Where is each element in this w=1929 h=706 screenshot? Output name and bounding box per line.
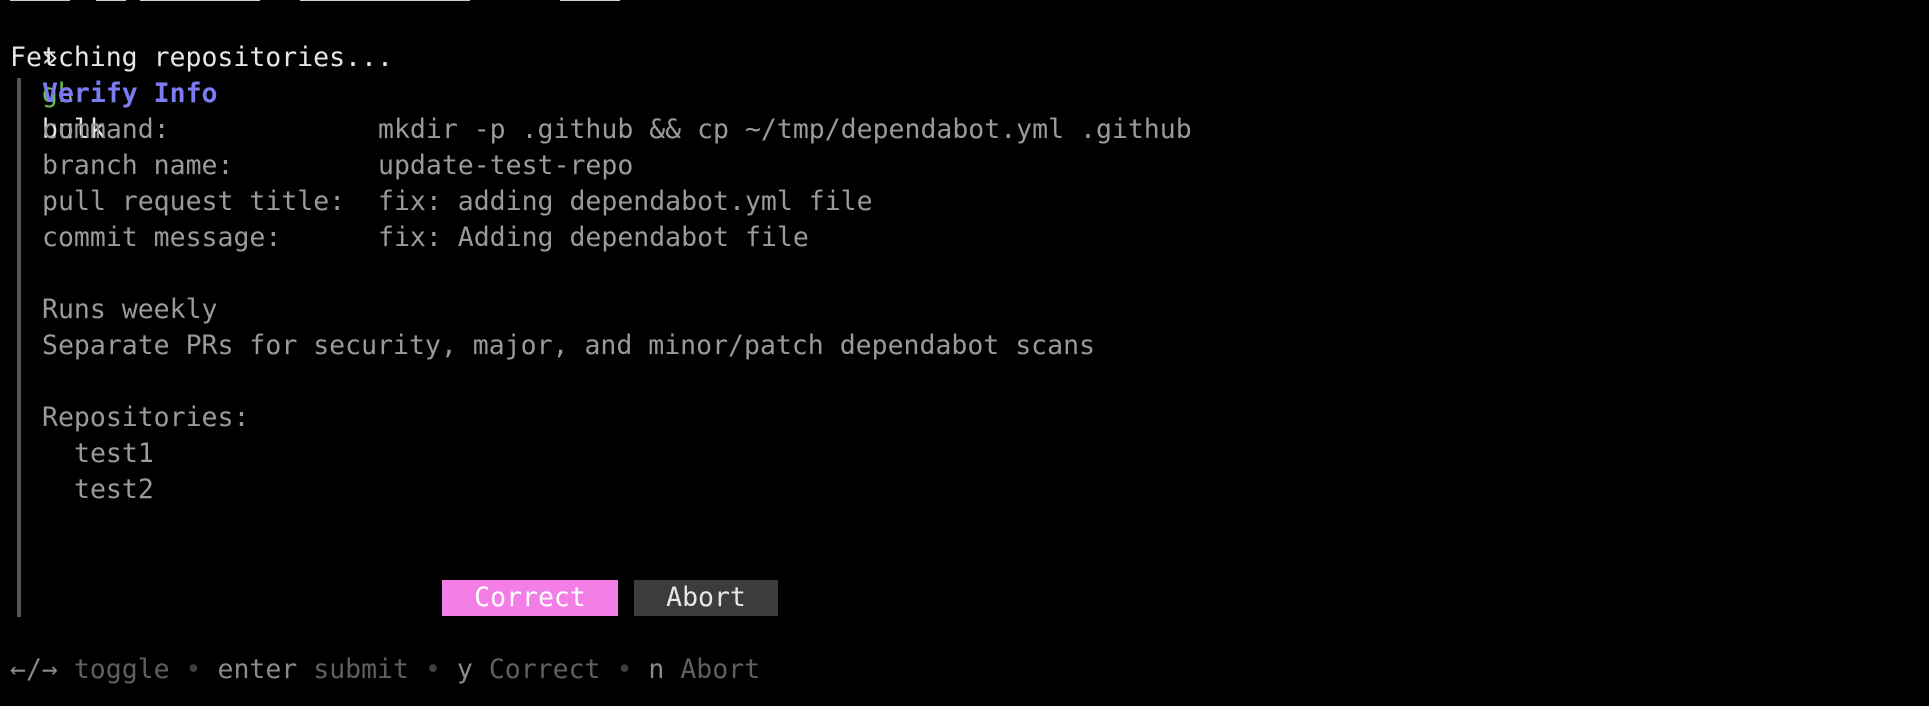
help-abort-key: n: [648, 654, 665, 685]
help-separator: •: [185, 654, 202, 685]
clipped-previous-line: [0, 0, 700, 3]
field-label: commit message:: [42, 222, 282, 253]
field-value: fix: adding dependabot.yml file: [378, 186, 873, 217]
help-toggle-desc: toggle: [73, 654, 170, 685]
field-value: mkdir -p .github && cp ~/tmp/dependabot.…: [378, 114, 1192, 145]
field-value: update-test-repo: [378, 150, 634, 181]
repository-item: test1: [74, 438, 154, 469]
correct-button[interactable]: Correct: [442, 580, 618, 616]
repository-item: test2: [74, 474, 154, 505]
help-bar: ←/→ toggle • enter submit • y Correct • …: [10, 652, 760, 688]
help-submit-desc: submit: [313, 654, 409, 685]
field-value: fix: Adding dependabot file: [378, 222, 809, 253]
help-abort-desc: Abort: [680, 654, 761, 685]
repositories-heading: Repositories:: [42, 402, 250, 433]
help-correct-desc: Correct: [488, 654, 601, 685]
abort-button[interactable]: Abort: [634, 580, 778, 616]
prompt-line: » gh bulk: [10, 4, 106, 145]
description-line: Separate PRs for security, major, and mi…: [42, 330, 1095, 361]
help-submit-key: enter: [217, 654, 298, 685]
field-label: command:: [42, 114, 170, 145]
help-separator: •: [424, 654, 441, 685]
help-separator: •: [616, 654, 633, 685]
help-toggle-key: ←/→: [10, 654, 58, 685]
panel-left-border: [17, 78, 21, 617]
panel-title: Verify Info: [42, 78, 218, 109]
status-line: Fetching repositories...: [10, 42, 393, 73]
field-label: pull request title:: [42, 186, 346, 217]
help-correct-key: y: [456, 654, 473, 685]
field-label: branch name:: [42, 150, 234, 181]
description-line: Runs weekly: [42, 294, 218, 325]
